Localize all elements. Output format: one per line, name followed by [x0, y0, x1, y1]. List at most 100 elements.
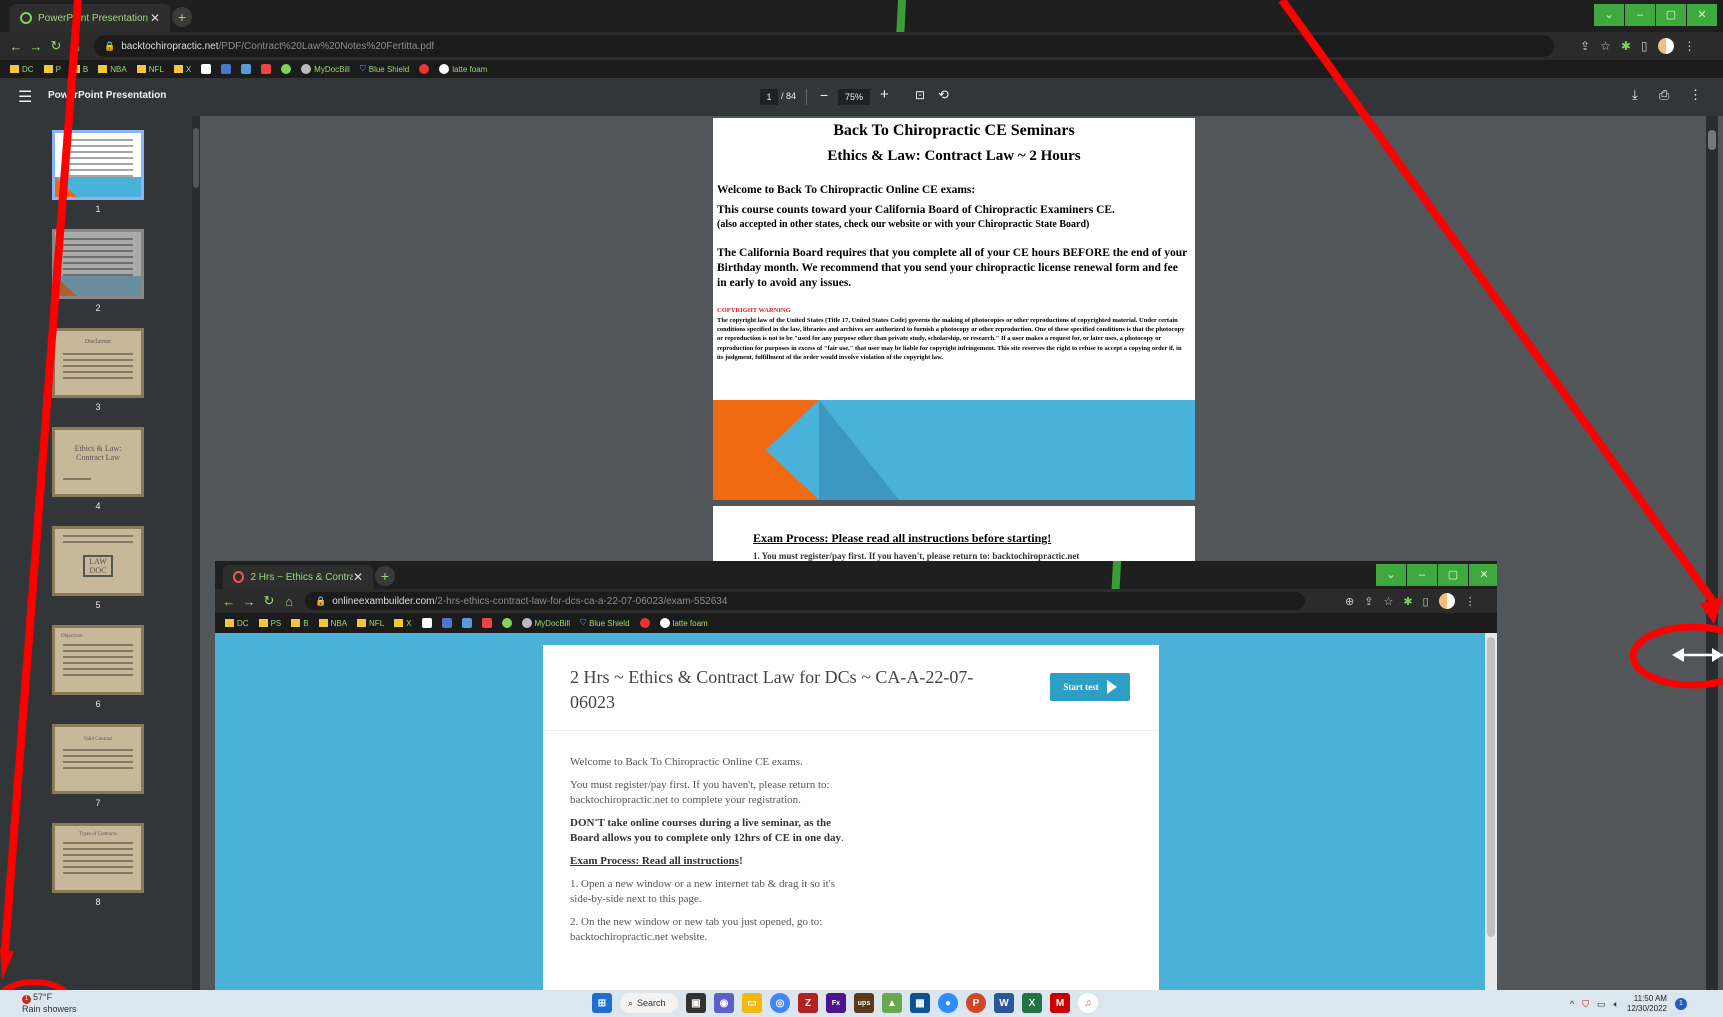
share-icon[interactable]: ⇪: [1364, 595, 1373, 608]
taskbar-clock[interactable]: 11:50 AM 12/30/2022: [1627, 994, 1667, 1014]
thumbnail-page-2[interactable]: [52, 229, 144, 299]
tab-pdf[interactable]: PowerPoint Presentation ✕: [10, 4, 170, 32]
bookmark-site-icon[interactable]: [421, 618, 432, 628]
zoom-out-button[interactable]: −: [820, 87, 828, 103]
bookmark-item[interactable]: PS: [258, 619, 281, 628]
side-panel-icon[interactable]: ▯: [1641, 39, 1648, 53]
menu-icon[interactable]: ⋮: [1684, 39, 1696, 53]
bookmark-site-icon[interactable]: [461, 618, 472, 628]
bookmark-item[interactable]: ⛉ Blue Shield: [580, 618, 629, 628]
download-icon[interactable]: ⤓: [1632, 87, 1638, 103]
exam-scroll-thumb[interactable]: [1487, 637, 1495, 937]
reload-icon[interactable]: ↻: [46, 38, 66, 54]
exam-page-scrollbar[interactable]: [1485, 633, 1497, 990]
bookmark-star-icon[interactable]: ☆: [1383, 595, 1393, 608]
zoom-level-input[interactable]: 75%: [838, 89, 870, 105]
document-scrollbar[interactable]: [1706, 116, 1718, 990]
bookmark-item[interactable]: P: [43, 65, 61, 74]
ups-icon[interactable]: ups: [854, 993, 874, 1013]
bookmark-site-icon[interactable]: [241, 64, 252, 74]
thumbnail-page-7[interactable]: Valid Contract: [52, 724, 144, 794]
extensions-icon[interactable]: ✱: [1621, 39, 1631, 53]
powerpoint-icon[interactable]: P: [966, 993, 986, 1013]
url-input[interactable]: 🔒 onlineexambuilder.com/2-hrs-ethics-con…: [305, 592, 1305, 610]
new-tab-button[interactable]: +: [172, 7, 192, 27]
chat-icon[interactable]: ◉: [714, 993, 734, 1013]
document-scroll-thumb[interactable]: [1708, 130, 1716, 150]
itunes-icon[interactable]: ♫: [1078, 993, 1098, 1013]
zoom-in-button[interactable]: +: [880, 86, 889, 103]
home-icon[interactable]: ⌂: [279, 594, 299, 609]
bookmark-item[interactable]: NFL: [136, 65, 164, 74]
bookmark-item[interactable]: B: [70, 65, 88, 74]
bookmark-site-icon[interactable]: [501, 618, 512, 628]
notification-badge[interactable]: 1: [1674, 998, 1687, 1010]
close-tab-icon[interactable]: ✕: [353, 570, 363, 584]
filezilla-icon[interactable]: Z: [798, 993, 818, 1013]
reload-icon[interactable]: ↻: [259, 593, 279, 609]
close-window-button[interactable]: ✕: [1469, 564, 1497, 586]
excel-icon[interactable]: X: [1022, 993, 1042, 1013]
bookmark-item[interactable]: NBA: [318, 619, 347, 628]
maximize-button[interactable]: ▢: [1438, 564, 1468, 586]
tab-search-icon[interactable]: ⌄: [1376, 564, 1406, 586]
task-view-icon[interactable]: ▣: [686, 993, 706, 1013]
bookmark-site-icon[interactable]: [639, 618, 650, 628]
more-options-icon[interactable]: ⋮: [1689, 87, 1702, 103]
close-window-button[interactable]: ✕: [1687, 4, 1717, 26]
thumbnail-page-1[interactable]: [52, 130, 144, 200]
menu-hamburger-icon[interactable]: ☰: [18, 87, 32, 107]
new-tab-button[interactable]: +: [375, 566, 395, 586]
menu-icon[interactable]: ⋮: [1465, 595, 1476, 608]
bookmark-item[interactable]: X: [173, 65, 191, 74]
mcafee-tray-icon[interactable]: ⛉: [1582, 999, 1589, 1010]
network-icon[interactable]: ▭: [1597, 999, 1606, 1010]
extensions-icon[interactable]: ✱: [1403, 595, 1412, 608]
thumbnail-page-3[interactable]: Disclaimer: [52, 328, 144, 398]
bookmark-site-icon[interactable]: [441, 618, 452, 628]
bookmark-item[interactable]: NFL: [357, 619, 384, 628]
sidebar-scrollbar[interactable]: [192, 116, 200, 990]
tab-exam[interactable]: 2 Hrs ~ Ethics & Contract Law fo ✕: [223, 565, 373, 589]
weather-widget[interactable]: 1 57°F Rain showers: [22, 992, 77, 1015]
forward-icon[interactable]: →: [26, 39, 46, 54]
side-panel-icon[interactable]: ▯: [1423, 595, 1429, 608]
bookmark-item[interactable]: MyDocBill: [301, 64, 350, 74]
taskbar-search[interactable]: ⌕ Search: [620, 993, 678, 1013]
bookmark-site-icon[interactable]: [419, 64, 430, 74]
bookmark-site-icon[interactable]: [261, 64, 272, 74]
share-icon[interactable]: ⇪: [1580, 39, 1590, 53]
maximize-button[interactable]: ▢: [1656, 4, 1686, 26]
volume-icon[interactable]: 🔈︎: [1614, 999, 1619, 1010]
start-test-button[interactable]: Start test: [1050, 673, 1130, 701]
print-icon[interactable]: ⎙: [1659, 87, 1669, 103]
windows-start-icon[interactable]: ⊞: [592, 993, 612, 1013]
calculator-icon[interactable]: ▦: [910, 993, 930, 1013]
rotate-icon[interactable]: ⟲: [938, 87, 949, 103]
close-tab-icon[interactable]: ✕: [150, 11, 160, 25]
bookmark-item[interactable]: ⛉ Blue Shield: [360, 64, 409, 74]
fedex-icon[interactable]: Fx: [826, 993, 846, 1013]
mcafee-icon[interactable]: M: [1050, 993, 1070, 1013]
bookmark-site-icon[interactable]: [481, 618, 492, 628]
bookmark-item[interactable]: latte foam: [659, 618, 708, 628]
thumbnail-page-6[interactable]: Objectives: [52, 625, 144, 695]
bookmark-item[interactable]: DC: [10, 65, 34, 74]
sidebar-scroll-thumb[interactable]: [193, 128, 199, 188]
bookmark-site-icon[interactable]: [221, 64, 232, 74]
thumbnail-page-5[interactable]: LAW DOC: [52, 526, 144, 596]
minimize-button[interactable]: –: [1407, 564, 1437, 586]
back-icon[interactable]: ←: [219, 594, 239, 609]
chrome-icon[interactable]: ◎: [770, 993, 790, 1013]
minimize-button[interactable]: –: [1625, 4, 1655, 26]
photos-icon[interactable]: ▲: [882, 993, 902, 1013]
url-input[interactable]: 🔒 backtochiropractic.net/PDF/Contract%20…: [94, 35, 1554, 57]
bookmark-item[interactable]: latte foam: [439, 64, 487, 74]
fit-page-icon[interactable]: ⊡: [915, 88, 925, 102]
bookmark-item[interactable]: DC: [225, 619, 249, 628]
bookmark-site-icon[interactable]: [201, 64, 212, 74]
zoom-app-icon[interactable]: ●: [938, 993, 958, 1013]
bookmark-star-icon[interactable]: ☆: [1600, 39, 1611, 53]
file-explorer-icon[interactable]: ▭: [742, 993, 762, 1013]
bookmark-item[interactable]: MyDocBill: [521, 618, 570, 628]
